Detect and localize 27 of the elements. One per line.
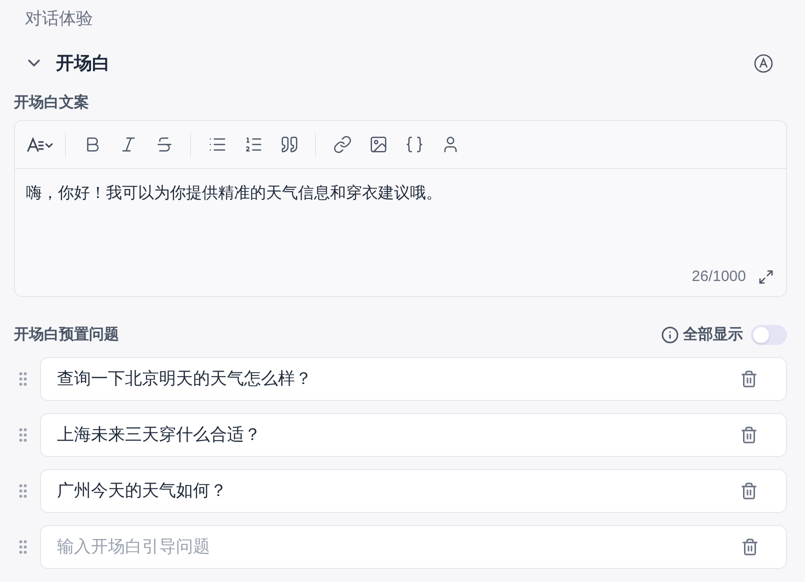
question-field[interactable]: 查询一下北京明天的天气怎么样？ — [40, 357, 787, 401]
delete-icon[interactable] — [740, 370, 758, 388]
delete-icon[interactable] — [740, 426, 758, 444]
field-label: 开场白预置问题 — [14, 324, 119, 345]
expand-icon[interactable] — [758, 268, 774, 285]
info-icon[interactable] — [661, 326, 679, 344]
question-input-field[interactable]: 输入开场白引导问题 — [40, 525, 787, 569]
braces-icon[interactable] — [404, 135, 424, 154]
strikethrough-icon[interactable] — [154, 135, 174, 154]
rich-text-editor[interactable]: 嗨，你好！我可以为你提供精准的天气信息和穿衣建议哦。 26/1000 — [14, 120, 787, 297]
question-field[interactable]: 广州今天的天气如何？ — [40, 469, 787, 513]
field-label: 开场白文案 — [14, 92, 90, 113]
section-heading: 开场白 — [56, 52, 110, 74]
toggle-label: 全部显示 — [683, 324, 743, 345]
link-icon[interactable] — [332, 135, 352, 154]
font-size-icon[interactable] — [27, 136, 53, 152]
numbered-list-icon[interactable] — [244, 135, 262, 154]
editor-text: 嗨，你好！我可以为你提供精准的天气信息和穿衣建议哦。 — [25, 184, 443, 204]
circled-letter-icon[interactable] — [754, 54, 773, 72]
character-counter: 26/1000 — [692, 266, 746, 286]
question-field[interactable]: 上海未来三天穿什么合适？ — [40, 413, 787, 457]
quote-icon[interactable] — [280, 135, 298, 154]
section-title: 对话体验 — [24, 8, 94, 30]
delete-icon[interactable] — [741, 538, 759, 556]
toggle-switch[interactable] — [751, 325, 787, 345]
image-icon[interactable] — [368, 135, 388, 154]
delete-icon[interactable] — [740, 482, 758, 500]
